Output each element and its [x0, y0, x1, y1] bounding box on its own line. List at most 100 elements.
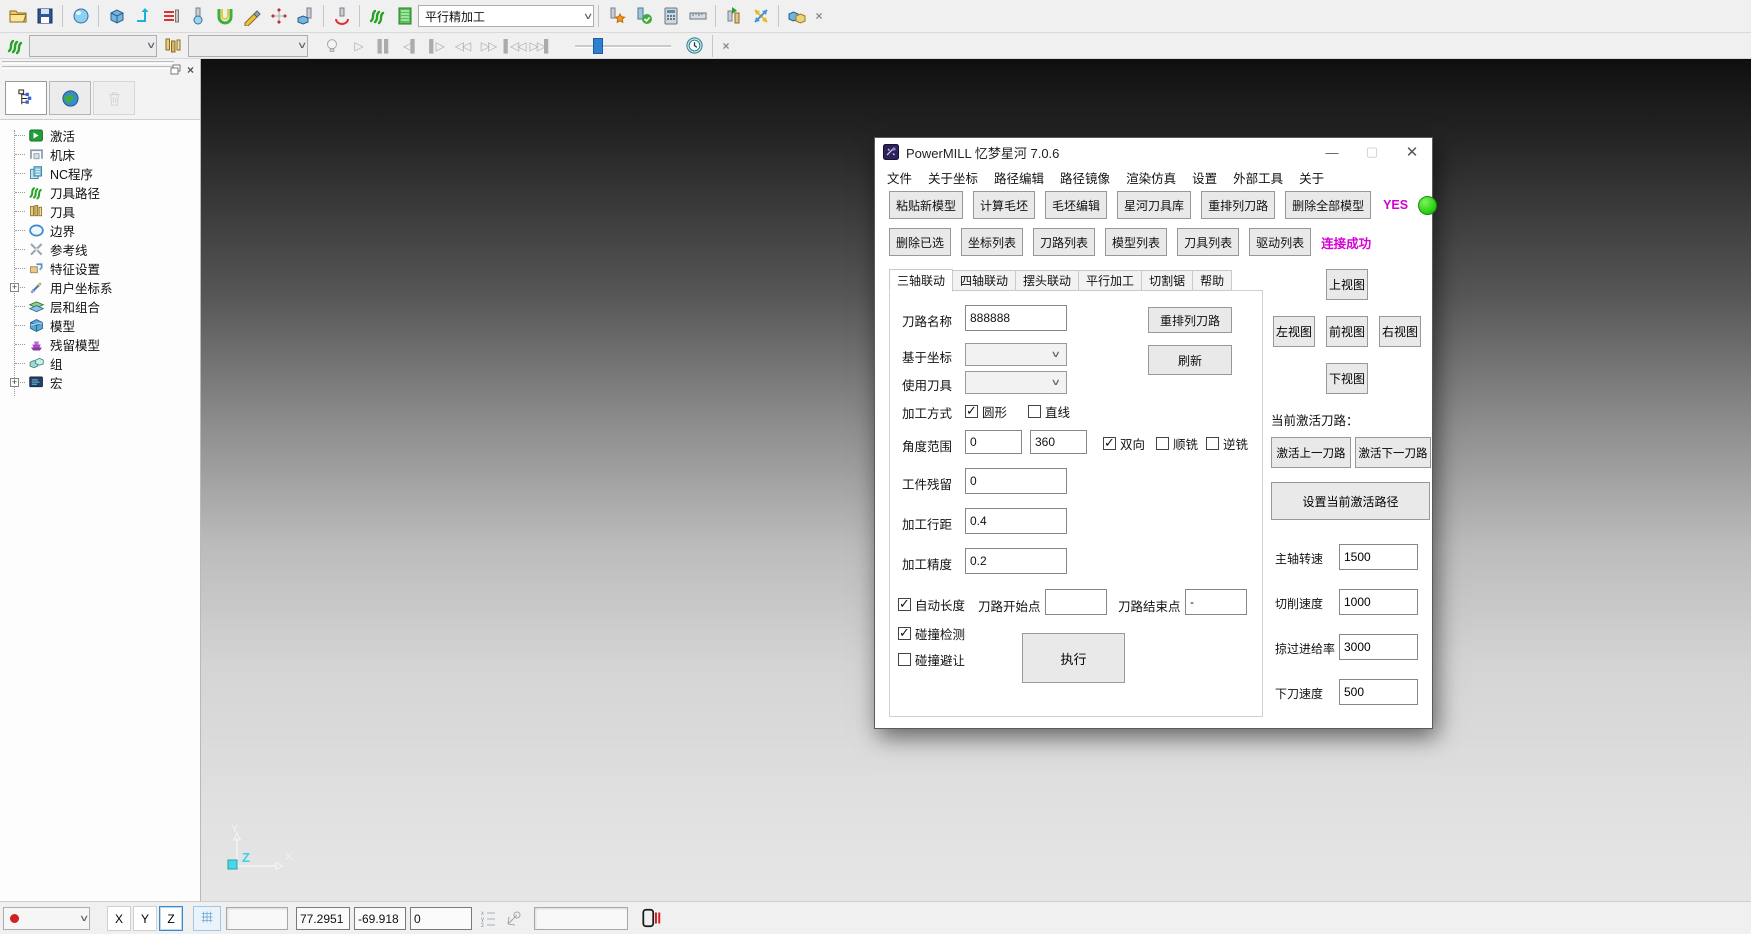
collision-check-icon[interactable] [603, 3, 630, 29]
dialog-button-驱动列表[interactable]: 驱动列表 [1249, 228, 1311, 256]
dialog-button-重排列刀路[interactable]: 重排列刀路 [1201, 191, 1275, 219]
world-tab[interactable] [49, 81, 91, 115]
rapid-moves-icon[interactable] [157, 3, 184, 29]
speed-input-下刀速度[interactable] [1339, 679, 1418, 705]
toolpath-name-input[interactable] [965, 305, 1067, 331]
tree-item-层和组合[interactable]: 层和组合 [4, 297, 200, 316]
sim-tool-combo[interactable]: ∨ [188, 35, 308, 57]
coordinate-x-input[interactable] [296, 907, 350, 930]
collision-avoid-checkbox[interactable] [898, 653, 911, 666]
menu-item-外部工具[interactable]: 外部工具 [1225, 168, 1291, 187]
toolpath-start-input[interactable] [1045, 589, 1107, 615]
dialog-button-粘贴新模型[interactable]: 粘贴新模型 [889, 191, 963, 219]
auto-length-checkbox[interactable] [898, 598, 911, 611]
dialog-tab-摆头联动[interactable]: 摆头联动 [1016, 270, 1079, 291]
clock-icon[interactable] [681, 33, 708, 59]
dialog-button-计算毛坯[interactable]: 计算毛坯 [973, 191, 1035, 219]
calculator-icon[interactable] [657, 3, 684, 29]
stock-remain-input[interactable] [965, 468, 1067, 494]
speed-input-主轴转速[interactable] [1339, 544, 1418, 570]
conventional-mill-checkbox[interactable] [1206, 437, 1219, 450]
explorer-tab[interactable] [5, 81, 47, 115]
tree-item-边界[interactable]: 边界 [4, 221, 200, 240]
set-active-path-button[interactable]: 设置当前激活路径 [1271, 482, 1430, 520]
shaded-view-icon[interactable] [67, 3, 94, 29]
dialog-button-删除已选[interactable]: 删除已选 [889, 228, 951, 256]
tree-item-残留模型[interactable]: 残留模型 [4, 335, 200, 354]
tool-change-icon[interactable] [720, 3, 747, 29]
left-view-button[interactable]: 左视图 [1273, 316, 1315, 347]
tool-block-icon[interactable] [292, 3, 319, 29]
step-forward-button[interactable]: ▌▷ [423, 35, 449, 57]
dialog-button-刀路列表[interactable]: 刀路列表 [1033, 228, 1095, 256]
coordinate-y-input[interactable] [354, 907, 406, 930]
dialog-titlebar[interactable]: PowerMILL 忆梦星河 7.0.6 — ▢ ✕ [875, 138, 1432, 166]
menu-item-路径镜像[interactable]: 路径镜像 [1052, 168, 1118, 187]
search-forward-button[interactable]: ▷▷ [475, 35, 501, 57]
bottom-view-button[interactable]: 下视图 [1326, 363, 1368, 394]
strategy-list-icon[interactable] [391, 3, 418, 29]
menu-item-渲染仿真[interactable]: 渲染仿真 [1118, 168, 1184, 187]
execute-button[interactable]: 执行 [1022, 633, 1125, 683]
line-mode-checkbox[interactable] [1028, 405, 1041, 418]
transform-icon[interactable] [747, 3, 774, 29]
search-back-button[interactable]: ◁◁ [449, 35, 475, 57]
front-view-button[interactable]: 前视图 [1326, 316, 1368, 347]
go-to-start-button[interactable]: ▌◁◁ [501, 35, 527, 57]
toolpath-icon[interactable] [130, 3, 157, 29]
sim-toolbar-close-button[interactable]: × [717, 37, 735, 55]
stock-mold-icon[interactable] [211, 3, 238, 29]
axis-x-button[interactable]: X [107, 906, 131, 931]
strategy-combo[interactable]: 平行精加工∨ [418, 5, 594, 27]
axis-z-button[interactable]: Z [159, 906, 183, 931]
tolerance-input[interactable] [965, 548, 1067, 574]
coord-base-select[interactable]: ∨ [965, 343, 1067, 366]
go-to-end-button[interactable]: ▷▷▌ [527, 35, 553, 57]
menu-item-关于[interactable]: 关于 [1291, 168, 1332, 187]
menu-item-文件[interactable]: 文件 [879, 168, 920, 187]
expand-plus-icon[interactable]: + [10, 283, 19, 292]
leads-icon[interactable] [238, 3, 265, 29]
tree-item-特征设置[interactable]: 特征设置 [4, 259, 200, 278]
step-back-button[interactable]: ◁▌ [397, 35, 423, 57]
panel-float-icon[interactable] [170, 64, 181, 75]
measure-icon[interactable] [684, 3, 711, 29]
expand-plus-icon[interactable]: + [10, 378, 19, 387]
menu-item-设置[interactable]: 设置 [1184, 168, 1225, 187]
axis-y-button[interactable]: Y [133, 906, 157, 931]
menu-item-路径编辑[interactable]: 路径编辑 [986, 168, 1052, 187]
stepover-input[interactable] [965, 508, 1067, 534]
refresh-button[interactable]: 刷新 [1148, 345, 1232, 375]
activate-next-toolpath-button[interactable]: 激活下一刀路 [1355, 437, 1431, 468]
collision-detect-checkbox[interactable] [898, 627, 911, 640]
circle-mode-checkbox[interactable] [965, 405, 978, 418]
dialog-close-button[interactable]: ✕ [1392, 138, 1432, 166]
top-view-button[interactable]: 上视图 [1326, 269, 1368, 300]
dialog-tab-平行加工[interactable]: 平行加工 [1079, 270, 1142, 291]
tree-item-用户坐标系[interactable]: +用户坐标系 [4, 278, 200, 297]
compare-models-icon[interactable] [783, 3, 810, 29]
sim-toolpath-combo[interactable]: ∨ [29, 35, 157, 57]
feeds-icon[interactable] [328, 3, 355, 29]
simulation-speed-slider[interactable] [575, 37, 671, 55]
dialog-tab-帮助[interactable]: 帮助 [1193, 270, 1232, 291]
pause-button[interactable]: ▌▌ [371, 35, 397, 57]
toolpath-end-input[interactable] [1185, 589, 1247, 615]
angle-from-input[interactable] [965, 430, 1022, 454]
dialog-button-毛坯编辑[interactable]: 毛坯编辑 [1045, 191, 1107, 219]
dialog-minimize-button[interactable]: — [1312, 138, 1352, 166]
activate-prev-toolpath-button[interactable]: 激活上一刀路 [1271, 437, 1351, 468]
block-icon[interactable] [103, 3, 130, 29]
light-bulb-icon[interactable] [318, 33, 345, 59]
dialog-maximize-button[interactable]: ▢ [1352, 138, 1392, 166]
powermill-logo-icon[interactable] [364, 3, 391, 29]
main-toolbar-close-button[interactable]: × [810, 7, 828, 25]
measure-axis-icon[interactable] [504, 908, 524, 928]
ball-tool-icon[interactable] [184, 3, 211, 29]
panel-grip[interactable] [2, 61, 174, 64]
recycle-bin-tab[interactable] [93, 81, 135, 115]
angle-to-input[interactable] [1030, 430, 1087, 454]
bidirectional-checkbox[interactable] [1103, 437, 1116, 450]
verify-tool-icon[interactable] [630, 3, 657, 29]
tree-item-NC程序[interactable]: NC程序 [4, 164, 200, 183]
